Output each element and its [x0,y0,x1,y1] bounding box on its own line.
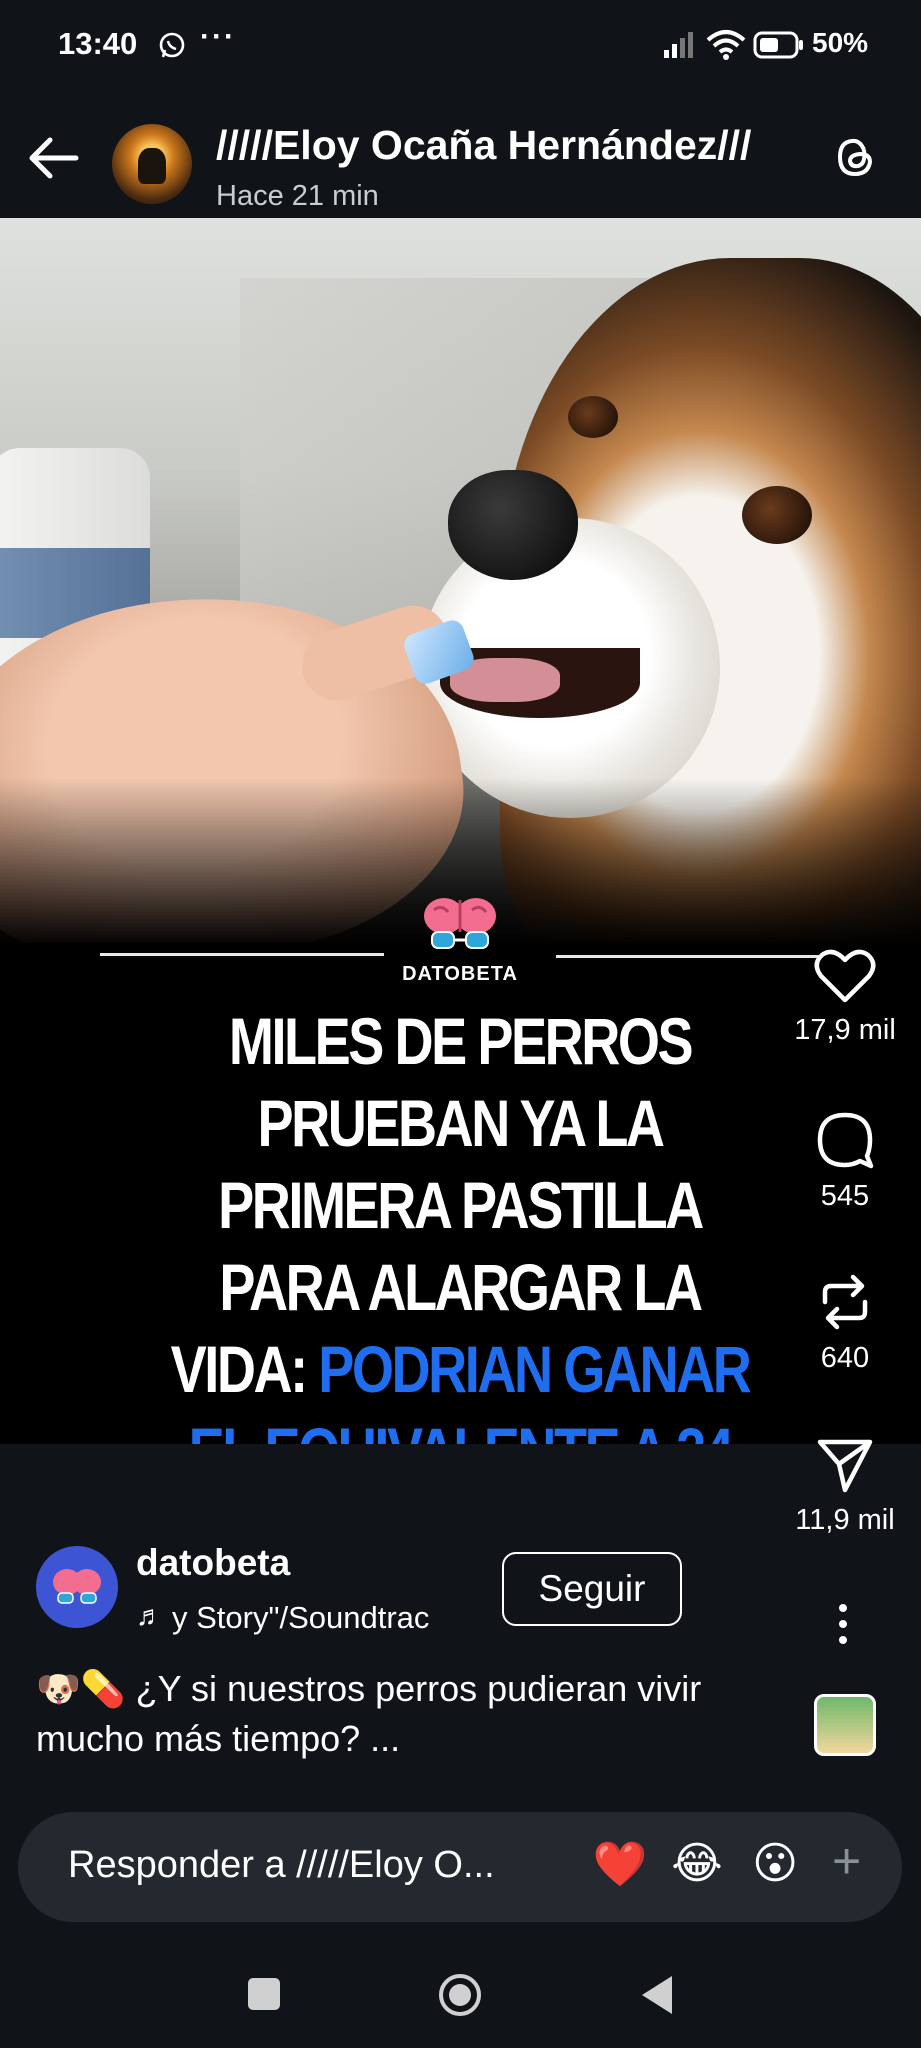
reply-bar: Responder a /////Eloy O... ❤️ 😂 😮 + [18,1812,902,1922]
caption-emoji: 🐶💊 [36,1668,126,1709]
like-count: 17,9 mil [794,1014,896,1046]
comment-button[interactable]: 545 [785,1110,905,1213]
brand-name: DATOBETA [402,963,518,985]
add-reaction-button[interactable]: + [832,1832,861,1890]
repost-count: 640 [820,1342,870,1374]
username[interactable]: /////Eloy Ocaña Hernández/// [216,122,751,169]
sticker-thumbnail[interactable] [814,1694,876,1756]
wifi-icon [706,30,746,60]
like-button[interactable]: 17,9 mil [785,948,905,1047]
music-note-icon: ♬ [136,1600,164,1631]
recent-apps-button[interactable] [248,1978,280,2010]
comment-icon [817,1112,874,1169]
status-bar: 13:40 ··· 50% [0,0,921,92]
share-button[interactable]: 11,9 mil [785,1434,905,1537]
music-track[interactable]: y Story"/Soundtrac [172,1600,482,1636]
author-name[interactable]: datobeta [136,1542,290,1584]
repost-button[interactable]: 640 [785,1272,905,1375]
share-count: 11,9 mil [795,1504,895,1536]
notification-more-icon: ··· [200,20,236,53]
dog-photo [0,218,921,943]
battery-percent: 50% [812,27,869,58]
brain-logo-icon [424,898,496,949]
user-avatar[interactable] [112,124,192,204]
wow-reaction-button[interactable]: 😮 [747,1838,803,1889]
signal-icon [664,32,693,58]
status-time: 13:40 [58,26,138,61]
avatar-figure [138,148,166,184]
post-headline: MILES DE PERROS PRUEBAN YA LA PRIMERA PA… [157,1000,764,1444]
battery-icon [753,31,803,59]
divider-left [100,953,384,956]
divider-right [556,955,820,958]
reply-input[interactable]: Responder a /////Eloy O... [68,1844,568,1887]
post-media[interactable]: DATOBETA MILES DE PERROS PRUEBAN YA LA P… [0,218,921,1444]
laugh-reaction-button[interactable]: 😂 [669,1838,725,1889]
author-avatar[interactable] [36,1546,118,1628]
home-button[interactable] [437,1972,483,2018]
repost-icon [822,1274,868,1330]
post-caption[interactable]: 🐶💊 ¿Y si nuestros perros pudieran vivir … [36,1664,796,1764]
threads-icon[interactable] [830,132,880,182]
brain-logo-icon [53,1569,101,1604]
send-icon [817,1439,873,1493]
post-time: Hace 21 min [216,180,379,212]
nav-back-button[interactable] [640,1974,674,2016]
heart-reaction-button[interactable]: ❤️ [592,1838,648,1890]
more-options-icon[interactable] [828,1602,858,1646]
comment-count: 545 [820,1180,870,1212]
caption-text: ¿Y si nuestros perros pudieran vivir muc… [36,1668,702,1759]
story-header: /////Eloy Ocaña Hernández/// Hace 21 min [0,92,921,218]
heart-icon [814,949,876,1003]
back-arrow-icon[interactable] [24,128,84,188]
follow-button[interactable]: Seguir [502,1552,682,1626]
whatsapp-icon [159,32,185,58]
